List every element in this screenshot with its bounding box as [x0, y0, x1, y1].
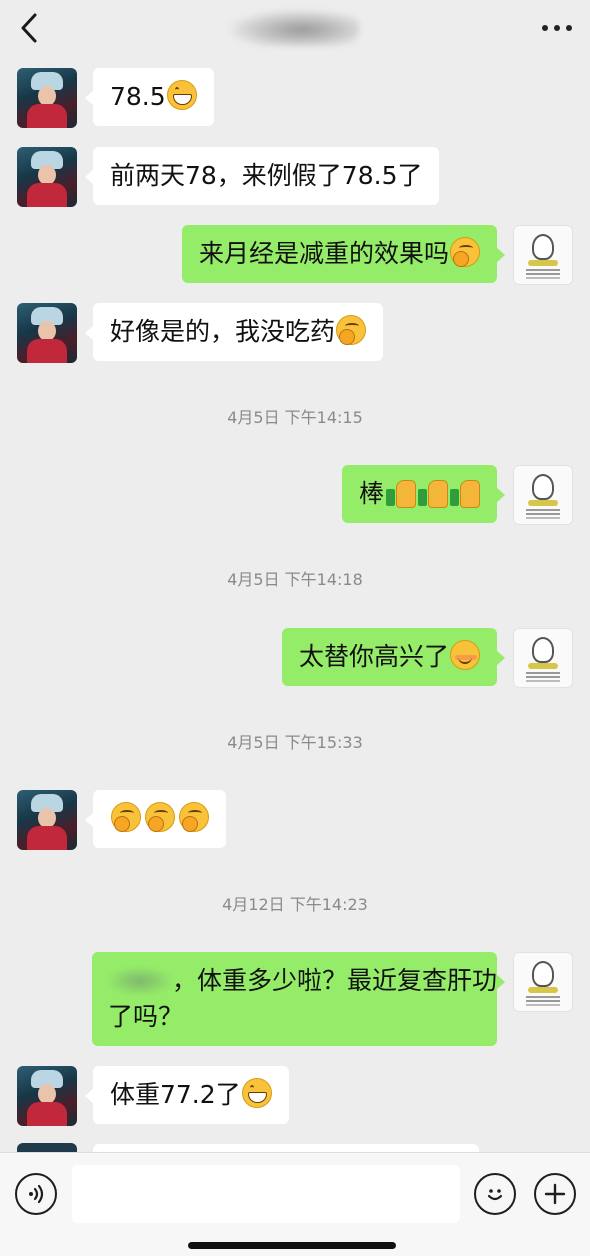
- message-text-line2: 了吗？: [108, 1002, 184, 1031]
- message-text: ，体重多少啦？最近复查肝功: [172, 966, 498, 995]
- more-functions-button[interactable]: [534, 1173, 576, 1215]
- message-text: 太替你高兴了: [298, 642, 449, 671]
- message-input[interactable]: [72, 1165, 460, 1223]
- shy-emoji-icon: [450, 237, 480, 267]
- grin-emoji-icon: [241, 1078, 272, 1108]
- chat-title-redacted: [230, 10, 360, 46]
- message-text: 棒: [358, 479, 384, 508]
- contact-avatar[interactable]: [17, 1066, 77, 1126]
- shy-emoji-icon: [336, 315, 367, 345]
- plus-icon: [544, 1183, 566, 1205]
- contact-avatar[interactable]: [17, 790, 77, 850]
- contact-avatar[interactable]: [17, 68, 77, 128]
- more-options-button[interactable]: [542, 8, 572, 48]
- message-text: 前两天78，来例假了78.5了: [110, 161, 423, 190]
- shy-emoji-icon: [145, 802, 175, 832]
- message-bubble-sent[interactable]: ，体重多少啦？最近复查肝功 了吗？: [92, 952, 505, 1046]
- thumbs-up-icon: [418, 477, 448, 508]
- self-avatar[interactable]: [513, 952, 573, 1012]
- emoji-button[interactable]: [474, 1173, 516, 1215]
- timestamp: 4月5日 下午15:33: [227, 733, 363, 752]
- shy-emoji-icon: [179, 802, 209, 832]
- contact-avatar[interactable]: [17, 147, 77, 207]
- home-indicator: [188, 1242, 396, 1249]
- message-text: 78.5: [110, 82, 166, 111]
- message-bubble-received[interactable]: [85, 790, 226, 848]
- message-text: 来月经是减重的效果吗: [198, 239, 449, 268]
- self-avatar[interactable]: [513, 628, 573, 688]
- more-dots-icon: [542, 25, 548, 31]
- message-text: 好像是的，我没吃药: [110, 317, 336, 346]
- smile-emoji-icon: [450, 640, 480, 670]
- thumbs-up-icon: [386, 477, 416, 508]
- redacted-name: [108, 967, 172, 995]
- timestamp: 4月5日 下午14:18: [227, 570, 363, 589]
- message-bubble-sent[interactable]: 棒: [341, 465, 506, 523]
- self-avatar[interactable]: [513, 225, 573, 285]
- voice-button[interactable]: [15, 1173, 57, 1215]
- thumbs-up-icon: [450, 477, 480, 508]
- message-text: 体重77.2了: [110, 1080, 241, 1109]
- timestamp: 4月5日 下午14:15: [227, 408, 363, 427]
- shy-emoji-icon: [111, 802, 141, 832]
- timestamp: 4月12日 下午14:23: [222, 895, 368, 914]
- message-bubble-received[interactable]: 前两天78，来例假了78.5了: [84, 147, 440, 205]
- message-bubble-received[interactable]: 体重77.2了: [85, 1066, 289, 1124]
- grin-emoji-icon: [166, 80, 197, 110]
- back-button[interactable]: [18, 8, 48, 48]
- self-avatar[interactable]: [513, 465, 573, 525]
- chevron-left-icon: [21, 13, 37, 43]
- voice-icon: [29, 1184, 44, 1204]
- message-bubble-sent[interactable]: 太替你高兴了: [281, 628, 506, 686]
- message-bubble-received[interactable]: 78.5: [85, 68, 214, 126]
- message-bubble-received[interactable]: 好像是的，我没吃药: [84, 303, 384, 361]
- message-bubble-sent[interactable]: 来月经是减重的效果吗: [181, 225, 506, 283]
- contact-avatar[interactable]: [17, 303, 77, 363]
- input-bar: [0, 1152, 590, 1256]
- emoji-icon: [487, 1189, 503, 1201]
